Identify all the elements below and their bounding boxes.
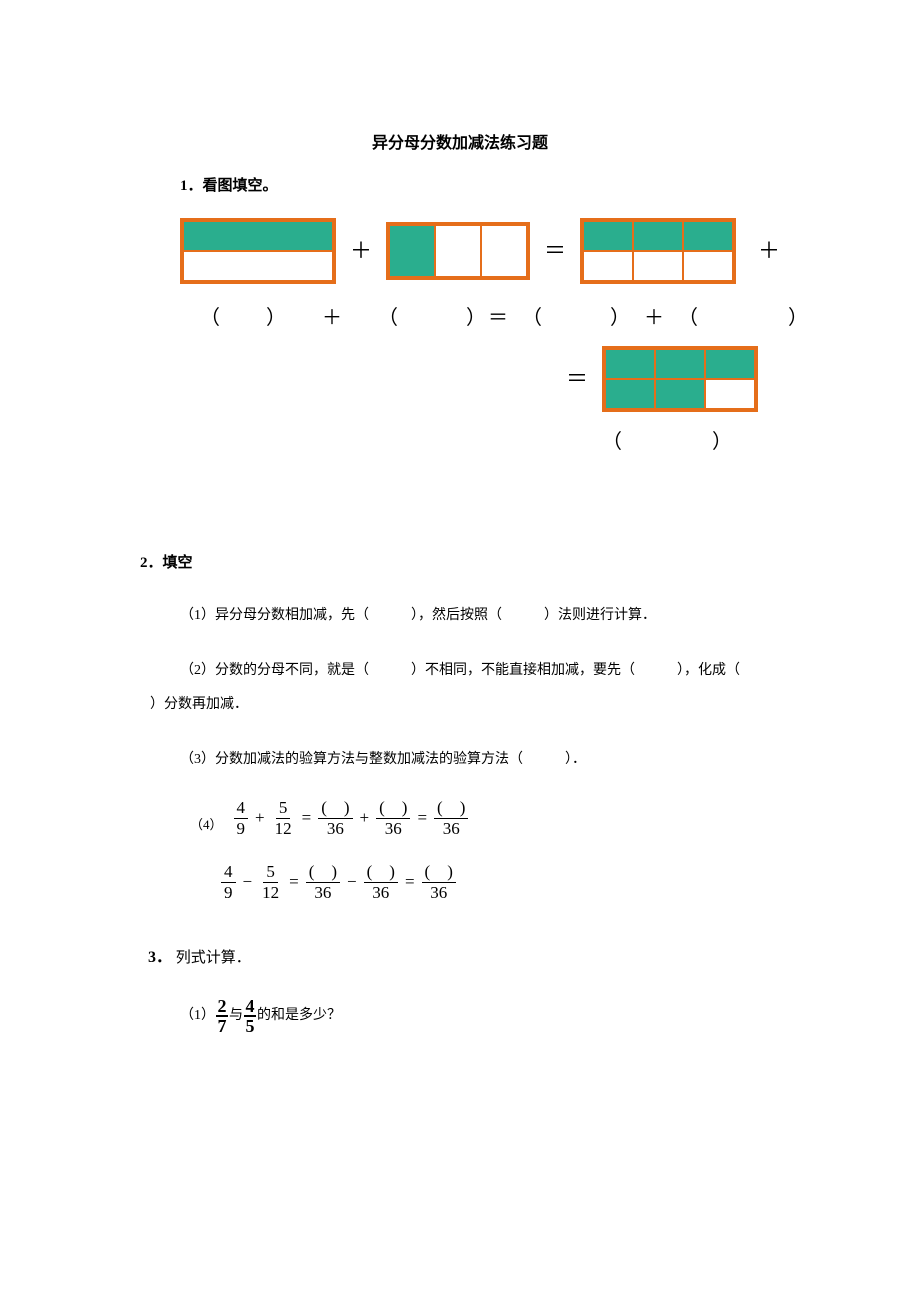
minus-sign: − bbox=[347, 867, 357, 898]
fraction: ( )36 bbox=[434, 798, 468, 838]
problem-2-q3: （3）分数加减法的验算方法与整数加减法的验算方法（ ）． bbox=[180, 745, 840, 776]
eq-line-2: 49 − 512 = ( )36 − ( )36 = ( )36 bbox=[218, 862, 459, 902]
equals-sign: = bbox=[302, 803, 312, 834]
fraction: 49 bbox=[221, 862, 236, 902]
fraction: ( )36 bbox=[318, 798, 352, 838]
equals-sign: ＝ bbox=[566, 359, 588, 399]
eq-line-1: 49 + 512 = ( )36 + ( )36 = ( )36 bbox=[231, 798, 472, 838]
q1-post: 的和是多少？ bbox=[257, 1003, 341, 1028]
problem-3-q1: （1） 27 与 45 的和是多少？ bbox=[180, 997, 840, 1035]
page-title: 异分母分数加减法练习题 bbox=[80, 130, 840, 159]
problem-2-q2-line2: ）分数再加减． bbox=[150, 690, 840, 721]
result-blank-text: （ ） bbox=[602, 431, 734, 453]
equals-sign: = bbox=[289, 867, 299, 898]
fraction: 512 bbox=[272, 798, 295, 838]
equals-sign: = bbox=[417, 803, 427, 834]
q1-mid: 与 bbox=[229, 1003, 243, 1028]
problem-1-diagram: ＋ ＝ ＋ （ ） ＋ （ ）＝ （ ） ＋ （ bbox=[180, 218, 840, 460]
plus-sign: ＋ bbox=[758, 231, 780, 271]
plus-sign: + bbox=[255, 803, 265, 834]
fraction: 45 bbox=[244, 997, 256, 1035]
equals-sign: = bbox=[405, 867, 415, 898]
diagram-result-blank: （ ） bbox=[602, 424, 840, 460]
problem-3-heading: 3． 列式计算． bbox=[148, 944, 840, 973]
minus-sign: − bbox=[243, 867, 253, 898]
fraction: ( )36 bbox=[364, 862, 398, 902]
q1-prefix: （1） bbox=[180, 1003, 215, 1028]
problem-3-number: 3． bbox=[148, 949, 172, 966]
equals-sign: ＝ bbox=[544, 231, 566, 271]
fraction: ( )36 bbox=[422, 862, 456, 902]
blanks-text: （ ） ＋ （ ）＝ （ ） ＋ （ ） bbox=[200, 300, 810, 336]
fraction: ( )36 bbox=[306, 862, 340, 902]
fraction: 27 bbox=[216, 997, 228, 1035]
problem-2-q4-line2: 49 − 512 = ( )36 − ( )36 = ( )36 bbox=[218, 862, 840, 904]
problem-1-heading: 1．看图填空。 bbox=[180, 173, 840, 200]
problem-2-q2-line1: （2）分数的分母不同，就是（ ）不相同，不能直接相加减，要先（ ），化成（ bbox=[180, 656, 840, 687]
problem-2-heading: 2．填空 bbox=[140, 550, 840, 577]
problem-2-q1: （1）异分母分数相加减，先（ ），然后按照（ ）法则进行计算． bbox=[180, 601, 840, 632]
diagram-five-sixths bbox=[602, 346, 758, 412]
fraction: ( )36 bbox=[376, 798, 410, 838]
problem-3-title: 列式计算． bbox=[176, 950, 251, 966]
diagram-third-filled bbox=[386, 222, 530, 280]
diagram-row-3: ＝ bbox=[552, 346, 840, 412]
problem-2-q4-line1: （4） 49 + 512 = ( )36 + ( )36 = ( )36 bbox=[190, 798, 840, 840]
diagram-blanks-row: （ ） ＋ （ ）＝ （ ） ＋ （ ） bbox=[180, 300, 840, 336]
fraction: 49 bbox=[234, 798, 249, 838]
fraction: 512 bbox=[259, 862, 282, 902]
diagram-half-filled bbox=[180, 218, 336, 284]
plus-sign: ＋ bbox=[350, 231, 372, 271]
plus-sign: + bbox=[360, 803, 370, 834]
q4-label: （4） bbox=[190, 813, 223, 836]
diagram-row-1: ＋ ＝ ＋ bbox=[180, 218, 840, 284]
diagram-three-sixths bbox=[580, 218, 736, 284]
